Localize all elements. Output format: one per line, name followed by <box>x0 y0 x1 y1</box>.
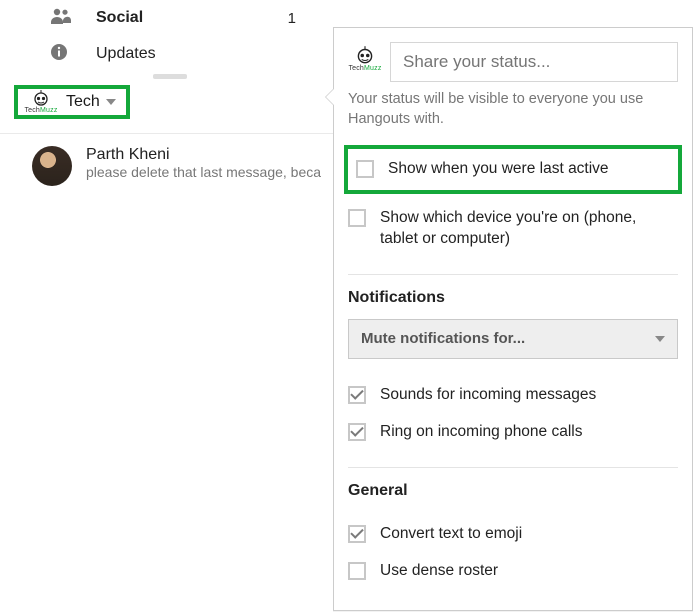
option-ring-calls[interactable]: Ring on incoming phone calls <box>348 414 678 451</box>
drag-handle-icon[interactable] <box>153 74 187 79</box>
account-name: Tech <box>66 93 100 111</box>
option-label: Convert text to emoji <box>380 524 522 545</box>
checkbox[interactable] <box>348 525 366 543</box>
techmuzz-logo-icon: TechMuzz <box>348 42 382 76</box>
popover-header: TechMuzz <box>334 28 692 90</box>
option-label: Ring on incoming phone calls <box>380 422 582 443</box>
option-label: Show when you were last active <box>388 159 609 180</box>
chevron-down-icon <box>106 99 116 105</box>
notification-options: Sounds for incoming messages Ring on inc… <box>334 367 692 453</box>
option-label: Use dense roster <box>380 561 498 582</box>
section-title-general: General <box>334 468 692 506</box>
option-sounds-incoming[interactable]: Sounds for incoming messages <box>348 377 678 414</box>
people-icon <box>50 8 72 29</box>
checkbox[interactable] <box>356 160 374 178</box>
checkbox[interactable] <box>348 423 366 441</box>
left-sidebar: Social 1 Updates TechMuzz Tech Parth Khe… <box>0 0 340 186</box>
checkbox[interactable] <box>348 562 366 580</box>
option-dense-roster[interactable]: Use dense roster <box>348 553 678 590</box>
option-convert-emoji[interactable]: Convert text to emoji <box>348 516 678 553</box>
select-label: Mute notifications for... <box>361 330 525 347</box>
option-label: Show which device you're on (phone, tabl… <box>380 208 678 250</box>
brand-text: TechMuzz <box>24 107 57 114</box>
nav-item-social[interactable]: Social 1 <box>0 0 340 36</box>
nav-label: Updates <box>96 45 156 63</box>
conversation-item[interactable]: Parth Kheni please delete that last mess… <box>0 134 340 186</box>
option-last-active[interactable]: Show when you were last active <box>344 145 682 194</box>
checkbox[interactable] <box>348 209 366 227</box>
general-options: Convert text to emoji Use dense roster <box>334 506 692 592</box>
visibility-options: Show when you were last active Show whic… <box>334 129 692 260</box>
mute-notifications-select[interactable]: Mute notifications for... <box>348 319 678 359</box>
account-switcher[interactable]: TechMuzz Tech <box>14 85 130 119</box>
chevron-down-icon <box>655 336 665 342</box>
conversation-text: Parth Kheni please delete that last mess… <box>86 146 321 186</box>
option-label: Sounds for incoming messages <box>380 385 596 406</box>
option-show-device[interactable]: Show which device you're on (phone, tabl… <box>348 200 678 258</box>
avatar <box>32 146 72 186</box>
section-title-notifications: Notifications <box>334 275 692 313</box>
nav-item-updates[interactable]: Updates <box>0 36 340 72</box>
nav-label: Social <box>96 9 143 27</box>
settings-popover: TechMuzz Your status will be visible to … <box>333 27 693 611</box>
info-icon <box>50 43 68 66</box>
conversation-preview: please delete that last message, beca <box>86 164 321 180</box>
techmuzz-logo-icon: TechMuzz <box>24 85 58 119</box>
checkbox[interactable] <box>348 386 366 404</box>
nav-count-badge: 1 <box>288 10 296 27</box>
status-hint: Your status will be visible to everyone … <box>334 90 692 129</box>
conversation-name: Parth Kheni <box>86 146 321 164</box>
brand-text: TechMuzz <box>348 65 381 72</box>
status-input[interactable] <box>390 42 678 82</box>
